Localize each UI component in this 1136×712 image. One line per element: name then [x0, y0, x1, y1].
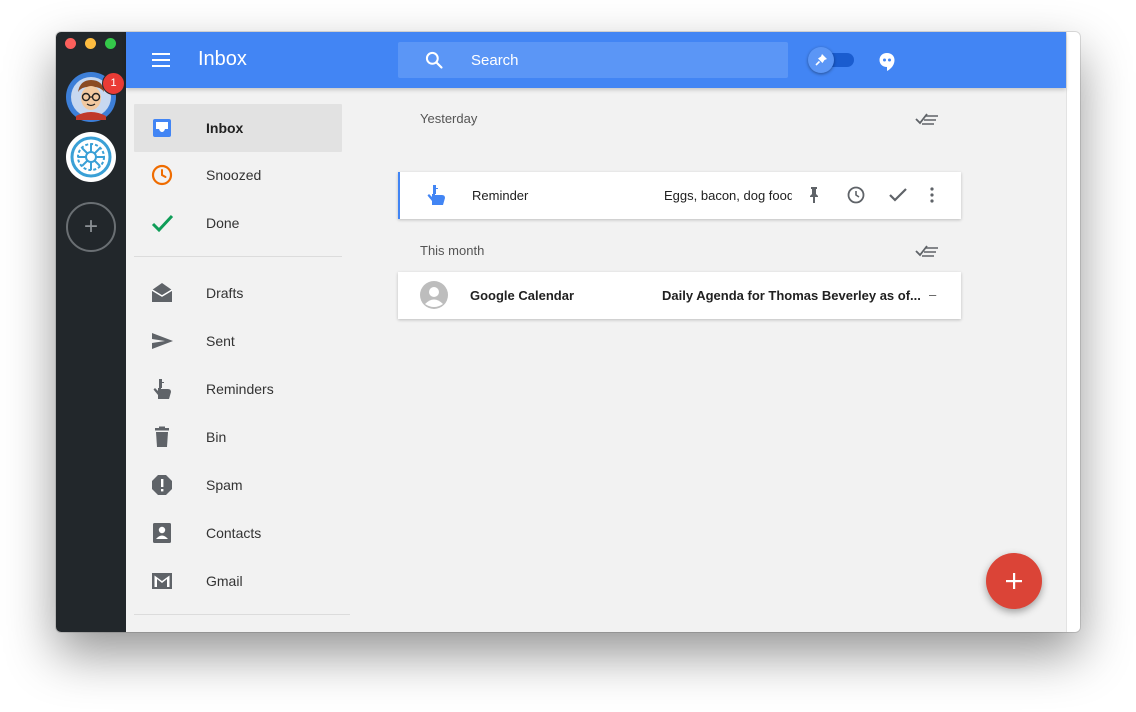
gmail-icon [152, 573, 172, 589]
sidebar-item-label: Bin [206, 429, 227, 445]
more-vert-icon[interactable] [922, 185, 942, 205]
sidebar-item-label: Spam [206, 477, 243, 493]
sidebar-item-label: Drafts [206, 285, 244, 301]
item-snippet: Daily Agenda for Thomas Beverley as of..… [662, 288, 921, 303]
mark-done-check-icon[interactable] [888, 185, 908, 205]
sidebar-item-label: Reminders [206, 381, 274, 397]
sidebar-item-label: Sent [206, 333, 235, 349]
snooze-clock-icon[interactable] [846, 185, 866, 205]
list-item-reminder[interactable]: Reminder Eggs, bacon, dog food [398, 172, 961, 219]
item-snippet: Eggs, bacon, dog food [664, 188, 792, 203]
section-label-yesterday: Yesterday [420, 111, 478, 126]
close-window-button[interactable] [65, 38, 76, 49]
sidebar-item-spam[interactable]: Spam [134, 461, 342, 509]
item-sender: Google Calendar [470, 288, 575, 303]
sidebar-item-snoozed[interactable]: Snoozed [134, 151, 342, 199]
top-app-bar: Inbox Search [126, 32, 1066, 88]
contacts-icon [153, 523, 171, 543]
sidebar-item-label: Done [206, 215, 240, 231]
plus-icon [1006, 573, 1022, 589]
sidebar-item-reminders[interactable]: Reminders [134, 365, 342, 413]
sidebar-item-contacts[interactable]: Contacts [134, 509, 342, 557]
pin-knob [808, 47, 834, 73]
sidebar-item-gmail[interactable]: Gmail [134, 557, 342, 605]
app-window: 1 + Inbox Search Inbox Snoozed Done Draf… [56, 32, 1080, 632]
hamburger-menu-icon[interactable] [152, 53, 170, 67]
compose-fab-button[interactable] [986, 553, 1042, 609]
maximize-window-button[interactable] [105, 38, 116, 49]
unread-badge: 1 [102, 72, 125, 95]
inbox-list: Yesterday Reminder Eggs, bacon, dog food [398, 88, 961, 632]
nav-divider [134, 614, 350, 615]
side-navigation: Inbox Snoozed Done Drafts Sent Reminders… [126, 88, 352, 632]
reminder-hand-icon [427, 185, 445, 205]
minimize-window-button[interactable] [85, 38, 96, 49]
sidebar-item-label: Contacts [206, 525, 262, 541]
window-edge [1066, 32, 1080, 632]
account-rail: 1 + [56, 32, 126, 632]
add-account-button[interactable]: + [66, 202, 116, 252]
sender-avatar-icon [420, 281, 448, 309]
search-input[interactable]: Search [398, 42, 788, 78]
sweep-done-icon[interactable] [914, 110, 940, 128]
search-icon [425, 51, 443, 69]
account-avatar-secondary[interactable] [66, 132, 116, 182]
spam-icon [152, 475, 172, 495]
sidebar-item-drafts[interactable]: Drafts [134, 269, 342, 317]
reminder-hand-icon [153, 379, 171, 399]
nav-divider [134, 256, 342, 257]
trash-icon [155, 426, 169, 447]
sweep-done-icon[interactable] [914, 242, 940, 260]
sidebar-item-sent[interactable]: Sent [134, 317, 342, 365]
sidebar-item-done[interactable]: Done [134, 199, 342, 247]
item-trailing: – [929, 287, 937, 302]
section-label-this-month: This month [420, 243, 485, 258]
pinned-toggle[interactable] [808, 47, 854, 73]
sidebar-item-label: Snoozed [206, 167, 262, 183]
page-title: Inbox [198, 48, 247, 70]
list-item-email[interactable]: Google Calendar Daily Agenda for Thomas … [398, 272, 961, 319]
sidebar-item-label: Inbox [206, 120, 244, 136]
account-logo-icon [70, 136, 112, 178]
clock-icon [151, 164, 173, 186]
pin-icon [815, 54, 827, 66]
pin-icon[interactable] [804, 185, 824, 205]
item-sender: Reminder [472, 188, 529, 203]
send-icon [152, 333, 173, 349]
check-icon [151, 214, 174, 233]
inbox-icon [153, 119, 171, 137]
sidebar-item-bin[interactable]: Bin [134, 413, 342, 461]
sidebar-item-inbox[interactable]: Inbox [134, 104, 342, 152]
sidebar-item-label: Gmail [206, 573, 243, 589]
search-placeholder: Search [471, 52, 519, 69]
hangouts-icon[interactable] [878, 52, 896, 72]
drafts-icon [151, 283, 173, 302]
